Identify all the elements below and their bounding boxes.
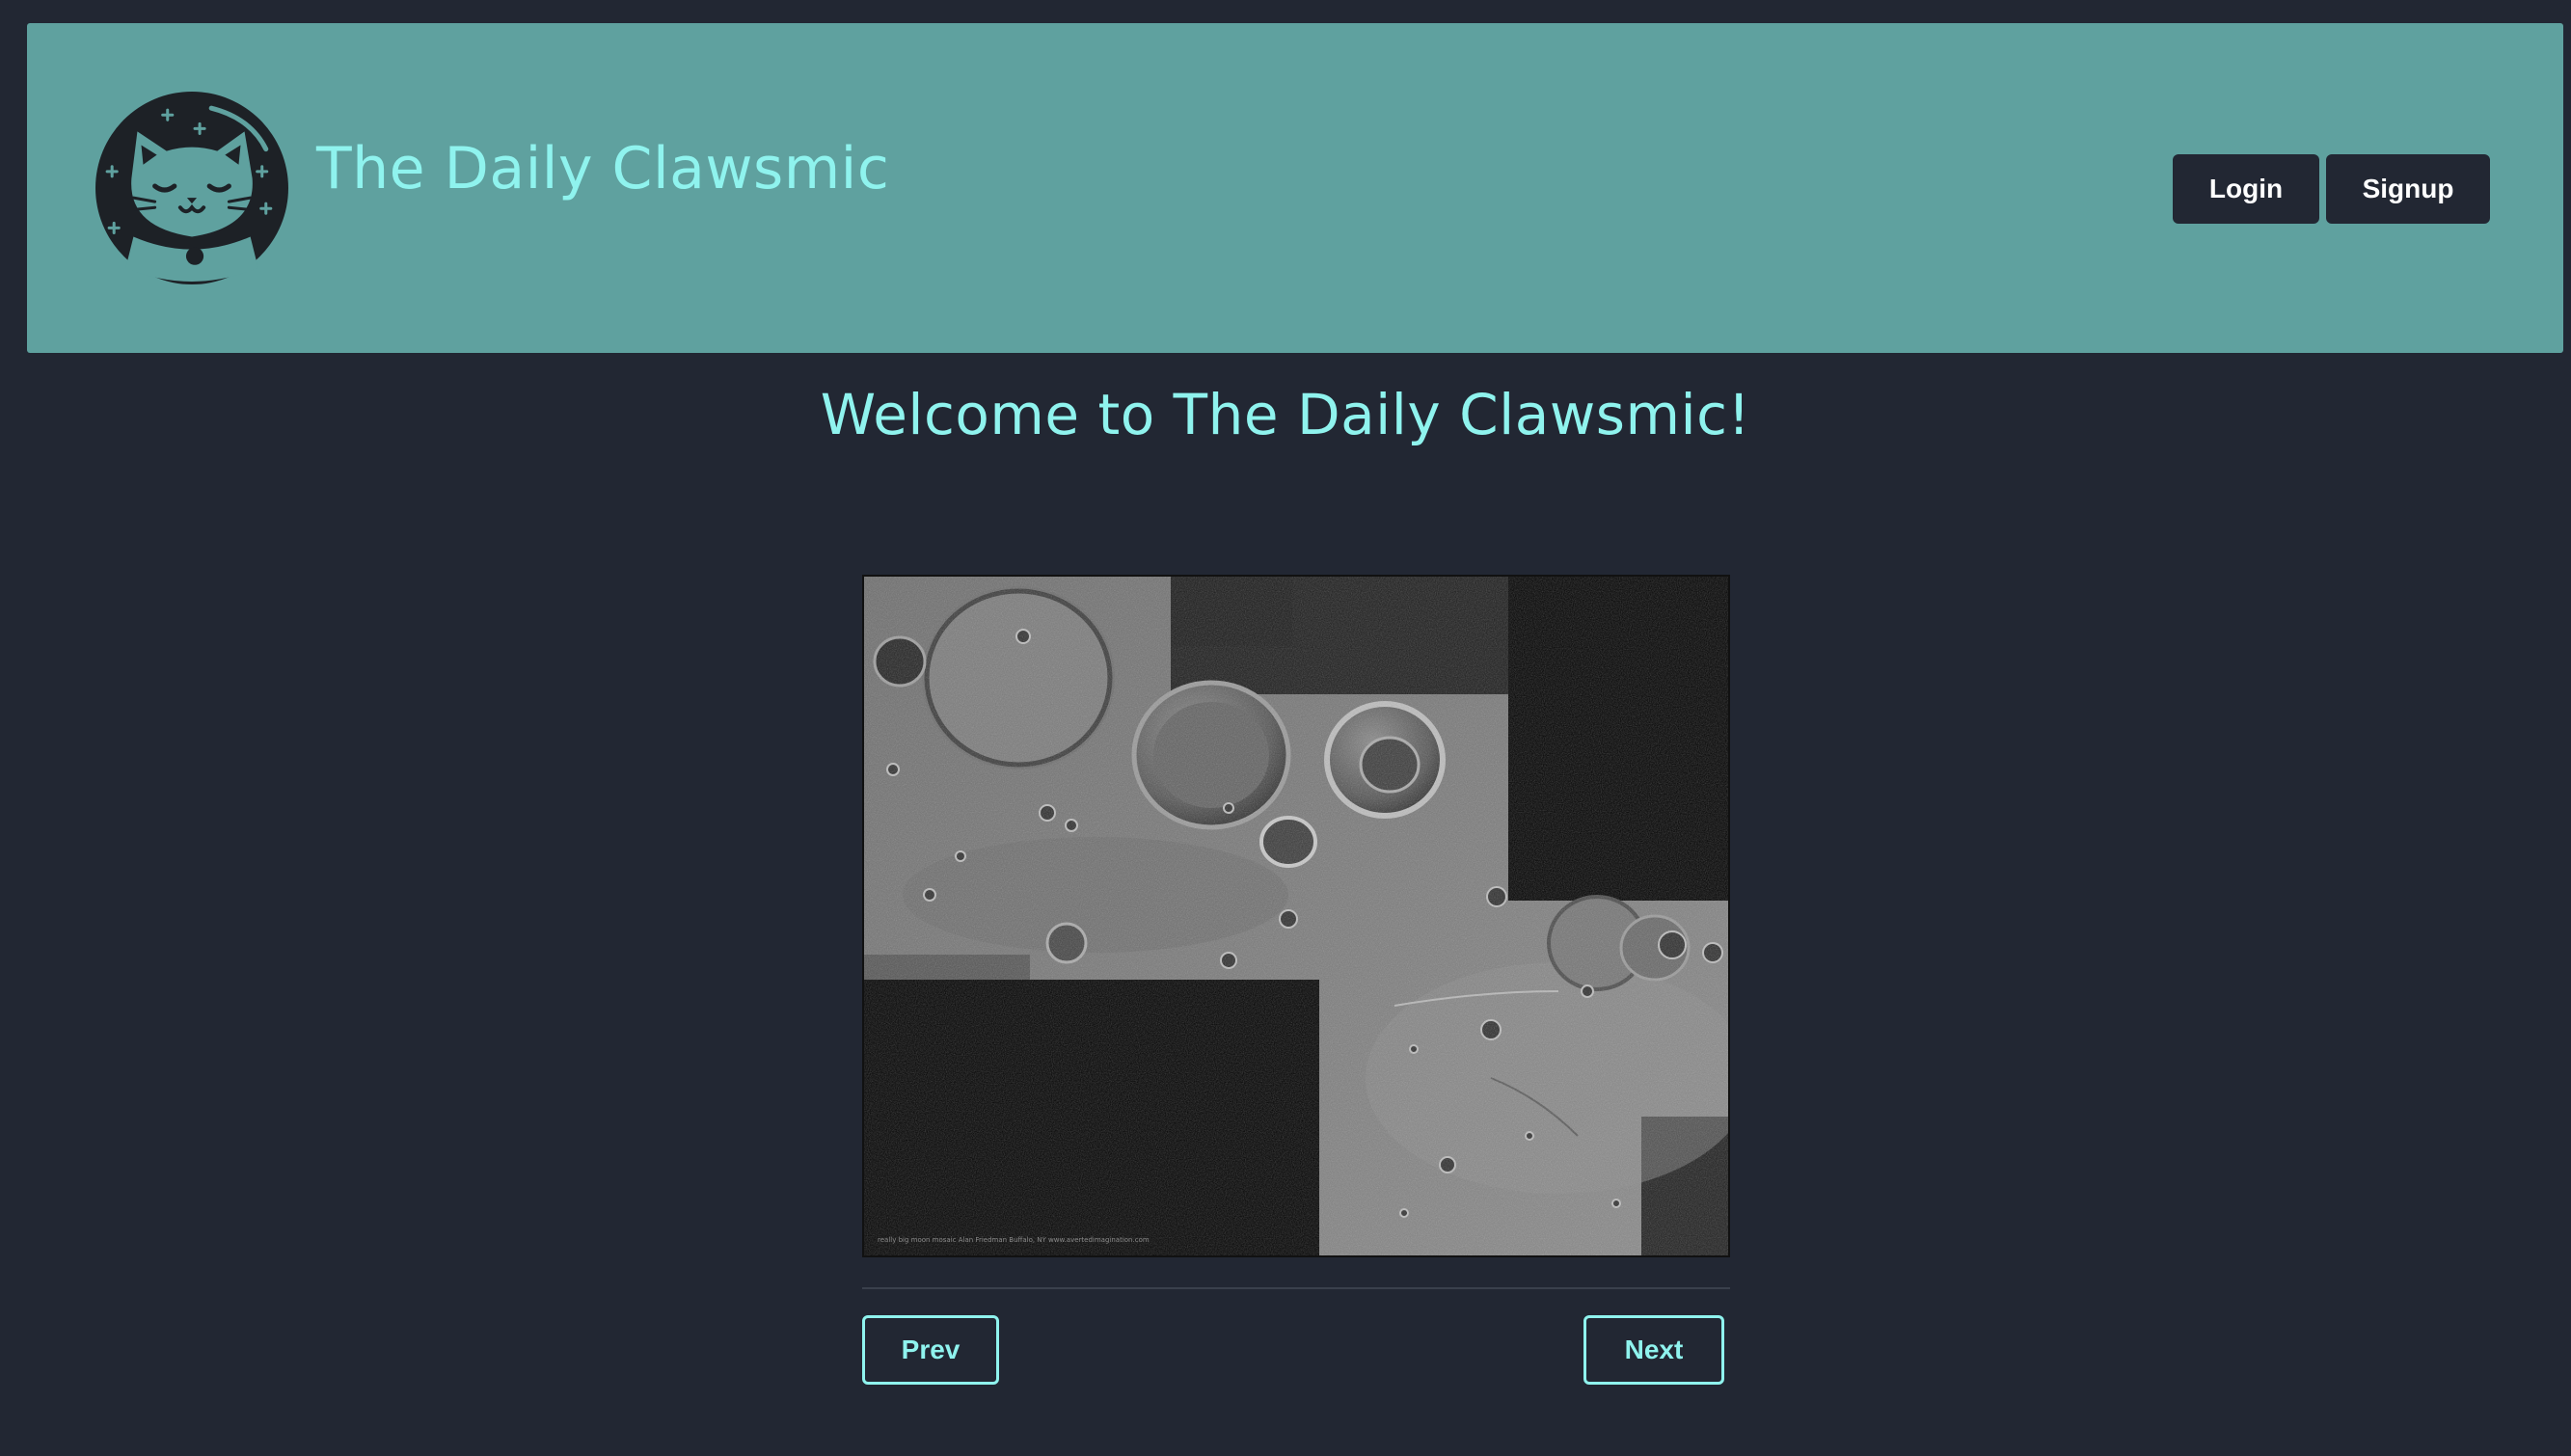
- site-header: The Daily Clawsmic Login Signup: [27, 23, 2563, 353]
- prev-button[interactable]: Prev: [862, 1315, 999, 1385]
- divider: [862, 1287, 1730, 1289]
- login-button[interactable]: Login: [2173, 154, 2319, 224]
- site-title[interactable]: The Daily Clawsmic: [316, 135, 889, 202]
- signup-button[interactable]: Signup: [2326, 154, 2490, 224]
- welcome-heading: Welcome to The Daily Clawsmic!: [820, 382, 1751, 447]
- moon-mosaic-image: really big moon mosaic Alan Friedman Buf…: [862, 575, 1730, 1257]
- next-button[interactable]: Next: [1583, 1315, 1724, 1385]
- cat-astronaut-logo-icon[interactable]: [95, 91, 289, 285]
- moon-surface-photo: really big moon mosaic Alan Friedman Buf…: [864, 577, 1728, 1255]
- photo-caption: really big moon mosaic Alan Friedman Buf…: [878, 1236, 1150, 1244]
